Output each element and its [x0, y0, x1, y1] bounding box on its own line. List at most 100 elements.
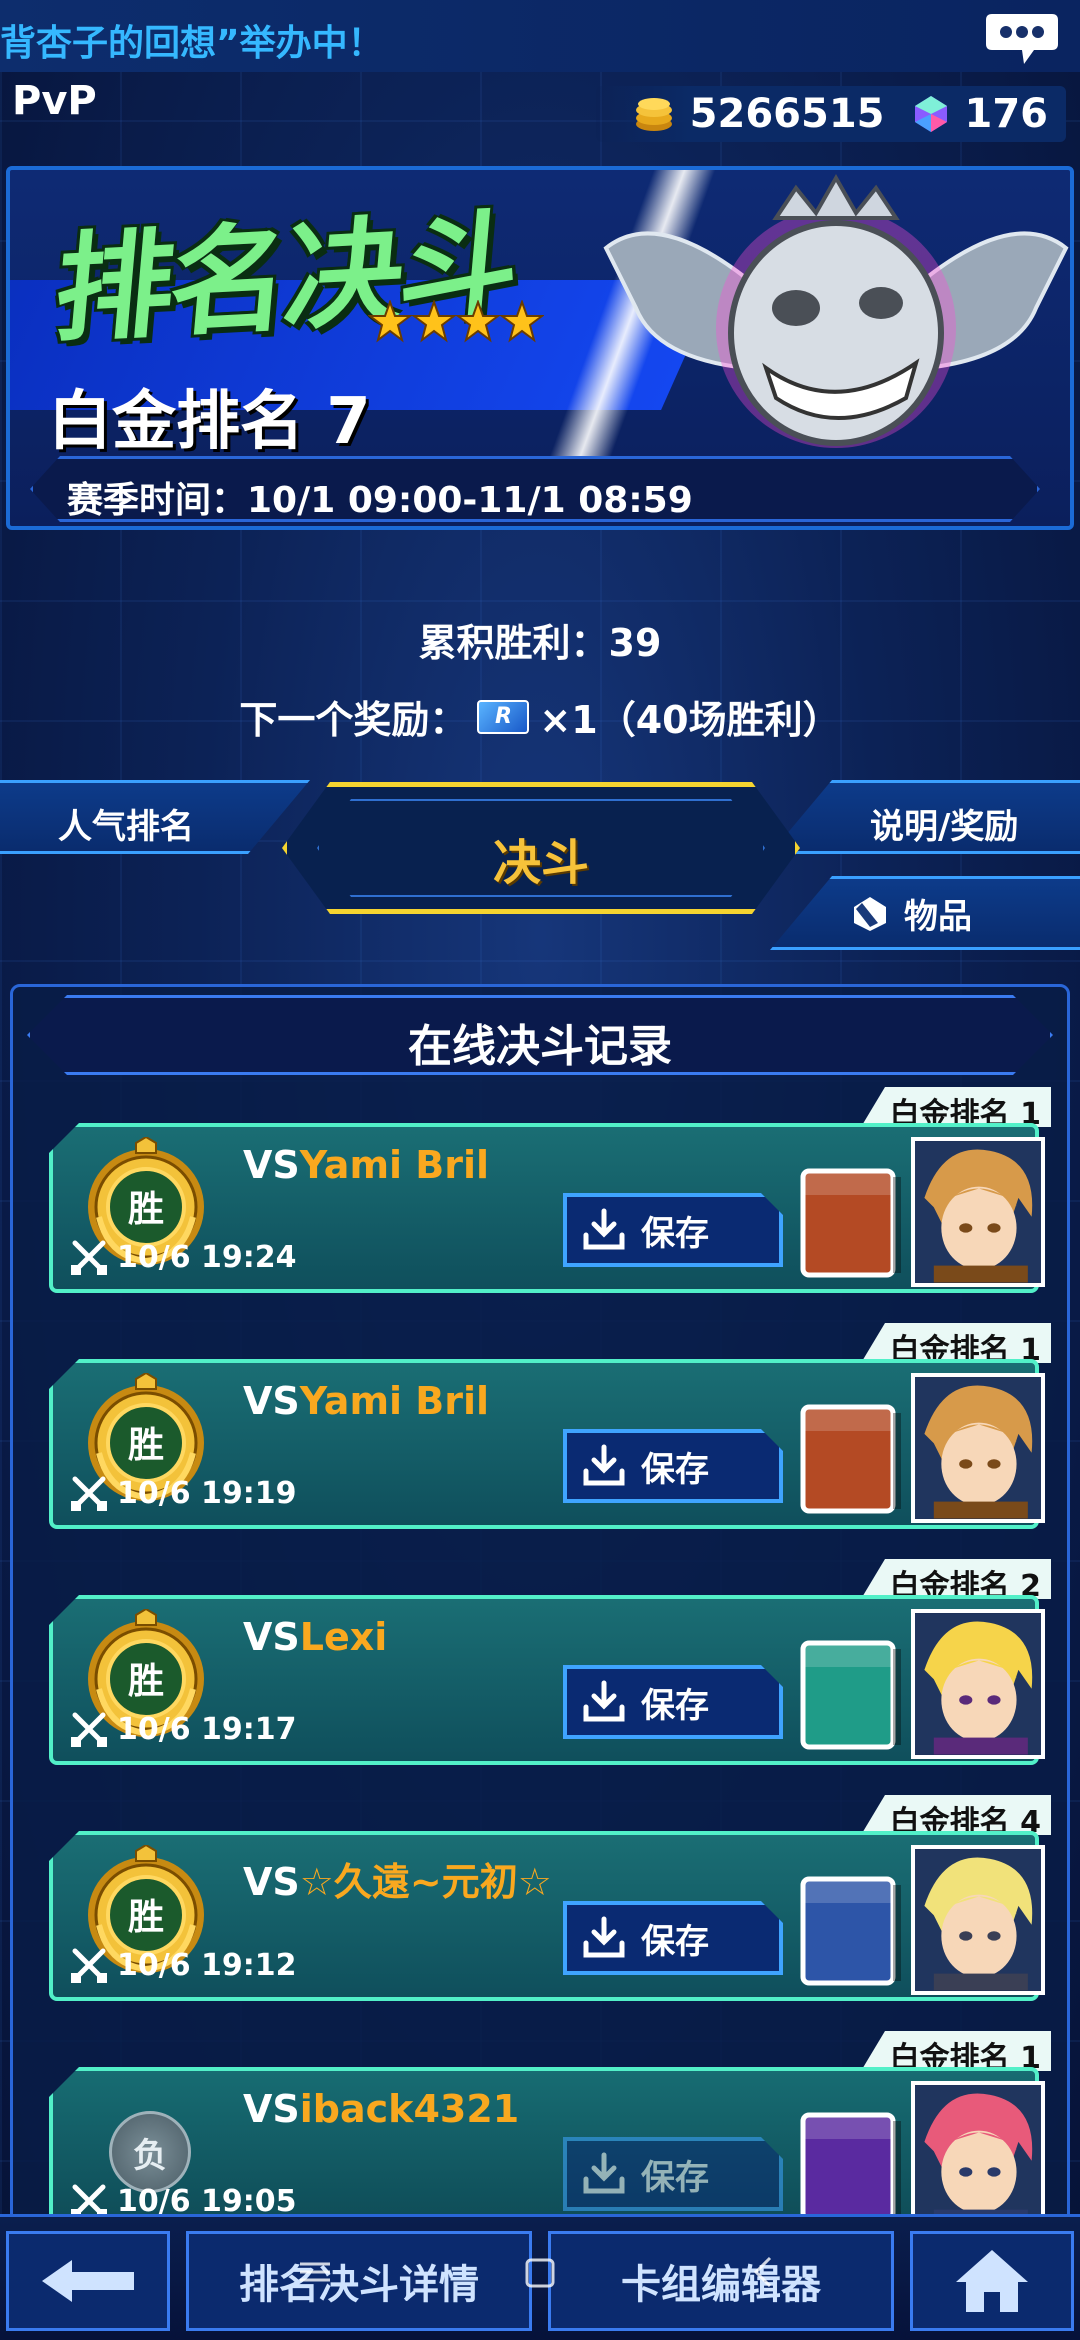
record-row[interactable]: 白金排名 1 胜 VSYami Bril 10/6 19:24 保存 — [49, 1087, 1053, 1297]
save-label: 保存 — [641, 1685, 709, 1726]
duel-time: 10/6 19:12 — [69, 1945, 297, 1985]
currency-bar: 5266515 176 — [596, 86, 1066, 142]
opponent-rank-tag: 白金排名 1 — [861, 1087, 1051, 1127]
save-label: 保存 — [641, 2157, 709, 2198]
opponent-rank-tag: 白金排名 2 — [861, 1559, 1051, 1599]
record-row[interactable]: 白金排名 4 胜 VS☆久遠~元初☆ 10/6 19:12 保存 — [49, 1795, 1053, 2005]
crossed-swords-icon — [71, 1240, 107, 1275]
duel-time: 10/6 19:17 — [69, 1709, 297, 1749]
news-ticker[interactable]: 背杏子的回想”举办中！ — [0, 0, 1080, 72]
back-arrow-icon — [42, 2260, 134, 2302]
duel-button[interactable]: 决斗 — [282, 782, 800, 914]
result-label: 胜 — [128, 1189, 164, 1230]
duel-time: 10/6 19:24 — [69, 1237, 297, 1277]
crossed-swords-icon — [71, 1948, 107, 1983]
result-label: 胜 — [128, 1897, 164, 1938]
save-replay-button[interactable]: 保存 — [563, 1193, 783, 1267]
vs-prefix: VS — [243, 2087, 300, 2131]
rank-name: 白金排名 7 — [48, 385, 371, 459]
duel-stats: 累积胜利：39 下一个奖励： R ×1（40场胜利） — [0, 612, 1080, 744]
opponent-rank-tag: 白金排名 1 — [861, 1323, 1051, 1363]
save-label: 保存 — [641, 1213, 709, 1254]
opponent-rank-tag: 白金排名 4 — [861, 1795, 1051, 1835]
duel-time: 10/6 19:19 — [69, 1473, 297, 1513]
deck-editor-button[interactable]: 卡组编辑器 — [548, 2231, 894, 2331]
save-replay-button[interactable]: 保存 — [563, 1901, 783, 1975]
save-replay-button[interactable]: 保存 — [563, 1429, 783, 1503]
result-label: 胜 — [128, 1661, 164, 1702]
vs-prefix: VS — [243, 1143, 300, 1187]
save-label: 保存 — [641, 1921, 709, 1962]
vs-prefix: VS — [243, 1860, 300, 1904]
platinum-rank-mascot-icon — [603, 173, 1069, 448]
crossed-swords-icon — [71, 1712, 107, 1747]
chat-icon[interactable] — [984, 10, 1060, 66]
crossed-swords-icon — [71, 1476, 107, 1511]
opponent-name: Yami Bril — [299, 1143, 490, 1187]
opponent-name: Yami Bril — [299, 1379, 490, 1423]
opponent-name: ☆久遠~元初☆ — [299, 1860, 552, 1904]
opponent-avatar — [911, 1845, 1045, 1995]
duel-records-panel[interactable]: 在线决斗记录 白金排名 1 胜 VSYami Bril 10/6 19:24 保… — [10, 984, 1070, 2224]
items-icon — [854, 897, 886, 931]
ranked-details-label: 排名决斗详情 — [239, 2262, 479, 2308]
mode-label: PvP — [12, 78, 97, 124]
duel-time-value: 10/6 19:12 — [117, 1947, 297, 1983]
back-button[interactable] — [6, 2231, 170, 2331]
record-row[interactable]: 白金排名 1 胜 VSYami Bril 10/6 19:19 保存 — [49, 1323, 1053, 1533]
deck-box-icon — [800, 1876, 901, 1986]
save-label: 保存 — [641, 1449, 709, 1490]
opponent-line: VSiback4321 — [243, 2087, 519, 2131]
deck-box-icon — [800, 1168, 901, 1278]
opponent-line: VSLexi — [243, 1615, 387, 1659]
rank-stars — [368, 300, 544, 344]
download-icon — [581, 1679, 627, 1725]
season-time: 赛季时间：10/1 09:00-11/1 08:59 — [30, 456, 1040, 522]
gem-icon — [914, 96, 947, 132]
gem-value: 176 — [964, 91, 1049, 137]
save-replay-button[interactable]: 保存 — [563, 2137, 783, 2211]
bottom-bar: 排名决斗详情 卡组编辑器 — [0, 2214, 1080, 2340]
record-row[interactable]: 白金排名 2 胜 VSLexi 10/6 19:17 保存 — [49, 1559, 1053, 1769]
deck-box-icon — [800, 2112, 901, 2221]
top-header: PvP 5266515 176 — [0, 78, 1080, 142]
home-icon — [956, 2250, 1028, 2312]
ticker-text: 背杏子的回想”举办中！ — [0, 23, 384, 64]
download-icon — [581, 1915, 627, 1961]
coin-counter: 5266515 — [632, 91, 885, 137]
opponent-name: iback4321 — [299, 2087, 520, 2131]
next-reward-label: 下一个奖励： — [239, 698, 468, 742]
coin-value: 5266515 — [689, 91, 885, 137]
opponent-line: VS☆久遠~元初☆ — [243, 1851, 552, 1906]
deck-editor-label: 卡组编辑器 — [621, 2262, 821, 2308]
download-icon — [581, 1443, 627, 1489]
duel-time-value: 10/6 19:24 — [117, 1239, 297, 1275]
record-row[interactable]: 白金排名 1 负 VSiback4321 10/6 19:05 保存 — [49, 2031, 1053, 2221]
result-label: 胜 — [128, 1425, 164, 1466]
next-reward-amount: ×1（40场胜利） — [539, 698, 841, 742]
opponent-avatar — [911, 1373, 1045, 1523]
opponent-line: VSYami Bril — [243, 1143, 489, 1187]
home-button[interactable] — [910, 2231, 1074, 2331]
panel-title: 在线决斗记录 — [27, 995, 1053, 1075]
duel-time-value: 10/6 19:19 — [117, 1475, 297, 1511]
items-label: 物品 — [904, 896, 972, 937]
gold-coin-icon — [635, 98, 672, 131]
opponent-name: Lexi — [299, 1615, 388, 1659]
vs-prefix: VS — [243, 1379, 300, 1423]
deck-box-icon — [800, 1640, 901, 1750]
opponent-line: VSYami Bril — [243, 1379, 489, 1423]
download-icon — [581, 2151, 627, 2197]
download-icon — [581, 1207, 627, 1253]
vs-prefix: VS — [243, 1615, 300, 1659]
star-icons — [368, 300, 544, 343]
gem-counter: 176 — [911, 91, 1049, 137]
duel-time-value: 10/6 19:17 — [117, 1711, 297, 1747]
opponent-avatar — [911, 2081, 1045, 2221]
duel-button-label: 决斗 — [492, 835, 589, 891]
next-reward: 下一个奖励： R ×1（40场胜利） — [0, 689, 1080, 744]
opponent-avatar — [911, 1137, 1045, 1287]
save-replay-button[interactable]: 保存 — [563, 1665, 783, 1739]
ranked-details-button[interactable]: 排名决斗详情 — [186, 2231, 532, 2331]
deck-box-icon — [800, 1404, 901, 1514]
